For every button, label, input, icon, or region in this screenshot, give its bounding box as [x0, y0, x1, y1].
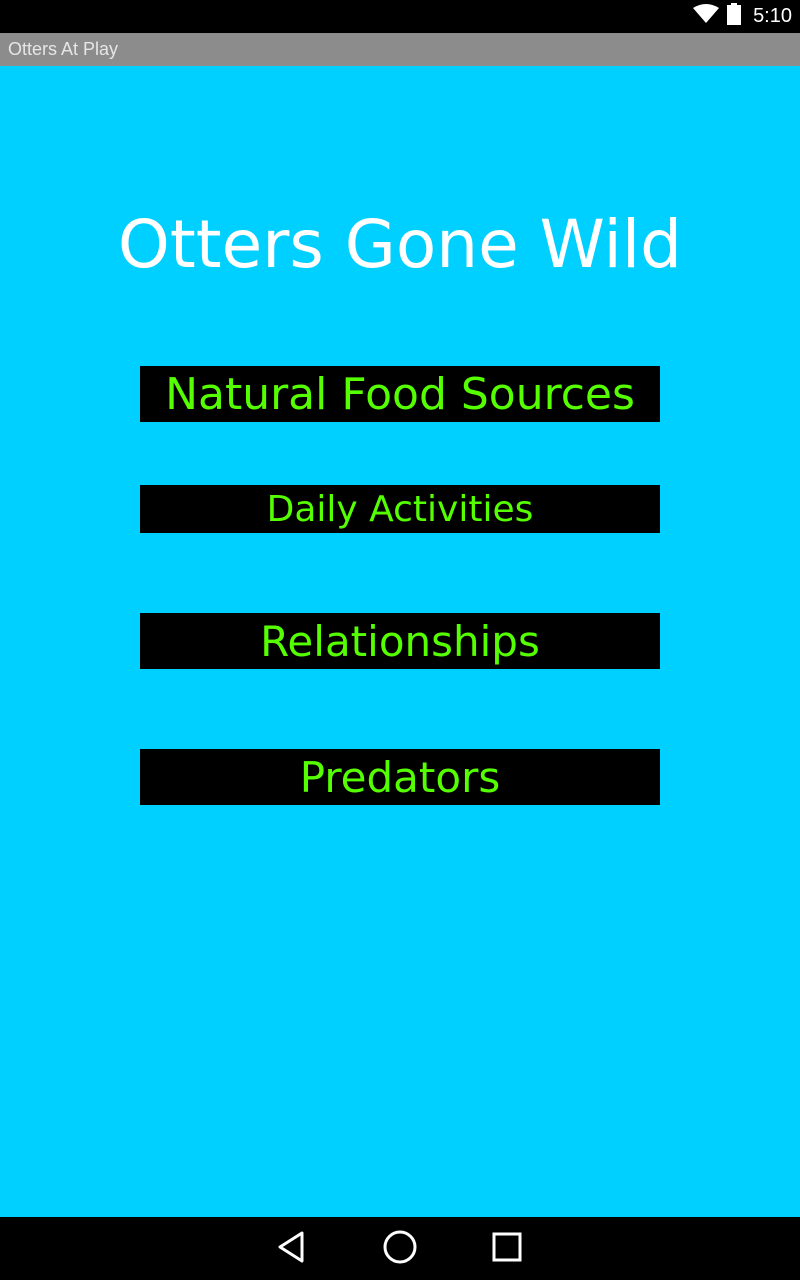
home-icon [382, 1229, 418, 1270]
back-icon [275, 1230, 307, 1269]
predators-button[interactable]: Predators [140, 749, 660, 805]
status-icons: 5:10 [693, 0, 792, 33]
page-title: Otters Gone Wild [117, 206, 683, 283]
recents-button[interactable] [487, 1229, 527, 1269]
wifi-icon [693, 4, 720, 29]
app-title: Otters At Play [8, 39, 119, 59]
status-time: 5:10 [753, 5, 792, 27]
natural-food-sources-button[interactable]: Natural Food Sources [140, 366, 660, 422]
title-bar: Otters At Play [0, 33, 800, 66]
relationships-button[interactable]: Relationships [140, 613, 660, 669]
recents-icon [491, 1231, 523, 1268]
status-bar: 5:10 [0, 0, 800, 33]
navigation-bar [0, 1217, 800, 1280]
daily-activities-button[interactable]: Daily Activities [140, 485, 660, 533]
home-button[interactable] [380, 1229, 420, 1269]
app-screen: 5:10 Otters At Play Otters Gone Wild Nat… [0, 0, 800, 1280]
back-button[interactable] [271, 1229, 311, 1269]
battery-icon [727, 3, 742, 30]
